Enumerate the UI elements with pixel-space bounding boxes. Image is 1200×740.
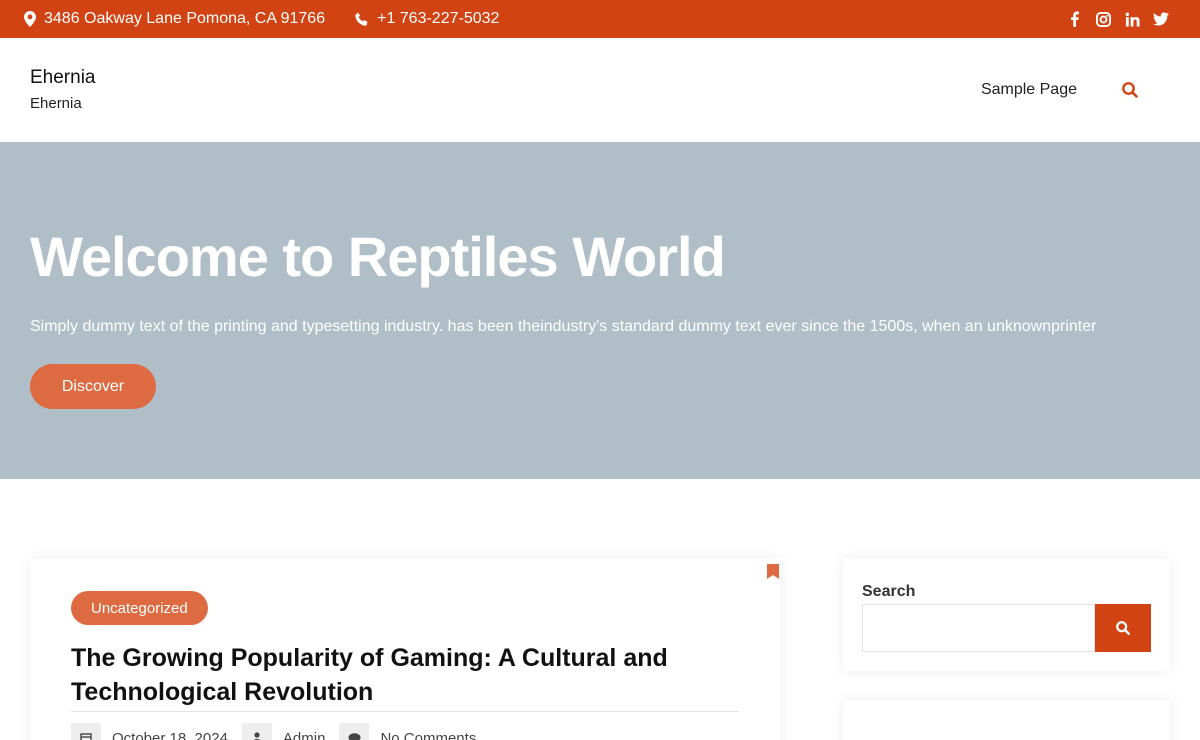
search-widget-label: Search bbox=[862, 583, 916, 600]
phone-item[interactable]: +1 763-227-5032 bbox=[355, 10, 499, 28]
search-icon[interactable] bbox=[1121, 81, 1139, 99]
discover-button[interactable]: Discover bbox=[30, 364, 156, 409]
post-title[interactable]: The Growing Popularity of Gaming: A Cult… bbox=[71, 641, 739, 709]
search-input[interactable] bbox=[862, 604, 1095, 652]
post-meta: October 18, 2024 Admin No Comments bbox=[71, 723, 490, 740]
post-comments-text: No Comments bbox=[380, 729, 477, 740]
phone-icon bbox=[355, 12, 368, 26]
hero-text: Simply dummy text of the printing and ty… bbox=[30, 318, 1097, 335]
twitter-icon[interactable] bbox=[1152, 10, 1170, 28]
user-icon bbox=[241, 723, 272, 740]
post-card: Uncategorized The Growing Popularity of … bbox=[30, 559, 780, 740]
top-bar: 3486 Oakway Lane Pomona, CA 91766 +1 763… bbox=[0, 0, 1200, 38]
calendar-icon bbox=[71, 723, 101, 740]
post-date-text: October 18, 2024 bbox=[112, 729, 228, 740]
post-divider bbox=[71, 711, 739, 712]
site-header: Ehernia Ehernia Sample Page bbox=[0, 38, 1200, 142]
site-title[interactable]: Ehernia bbox=[30, 67, 96, 89]
hero-title: Welcome to Reptiles World bbox=[30, 225, 726, 288]
site-tagline: Ehernia bbox=[30, 95, 82, 112]
site-branding: Ehernia Ehernia bbox=[30, 67, 96, 112]
bookmark-icon bbox=[767, 564, 779, 579]
sidebar-widget bbox=[843, 700, 1170, 740]
instagram-icon[interactable] bbox=[1094, 10, 1112, 28]
address-item: 3486 Oakway Lane Pomona, CA 91766 bbox=[24, 10, 325, 28]
post-date: October 18, 2024 bbox=[71, 723, 228, 740]
search-submit-button[interactable] bbox=[1095, 604, 1151, 652]
address-text: 3486 Oakway Lane Pomona, CA 91766 bbox=[44, 10, 326, 27]
comments-icon bbox=[339, 723, 370, 740]
post-comments[interactable]: No Comments bbox=[339, 723, 476, 740]
facebook-icon[interactable] bbox=[1065, 10, 1083, 28]
search-icon bbox=[1116, 621, 1131, 636]
search-widget: Search bbox=[843, 559, 1170, 671]
nav-item-sample-page[interactable]: Sample Page bbox=[981, 81, 1077, 99]
linkedin-icon[interactable] bbox=[1123, 10, 1141, 28]
map-marker-icon bbox=[24, 11, 36, 27]
post-author[interactable]: Admin bbox=[241, 723, 326, 740]
hero-banner: Welcome to Reptiles World Simply dummy t… bbox=[0, 142, 1200, 479]
category-badge[interactable]: Uncategorized bbox=[71, 591, 208, 625]
phone-text: +1 763-227-5032 bbox=[377, 10, 500, 27]
post-author-text: Admin bbox=[282, 729, 326, 740]
social-links bbox=[1065, 10, 1170, 28]
